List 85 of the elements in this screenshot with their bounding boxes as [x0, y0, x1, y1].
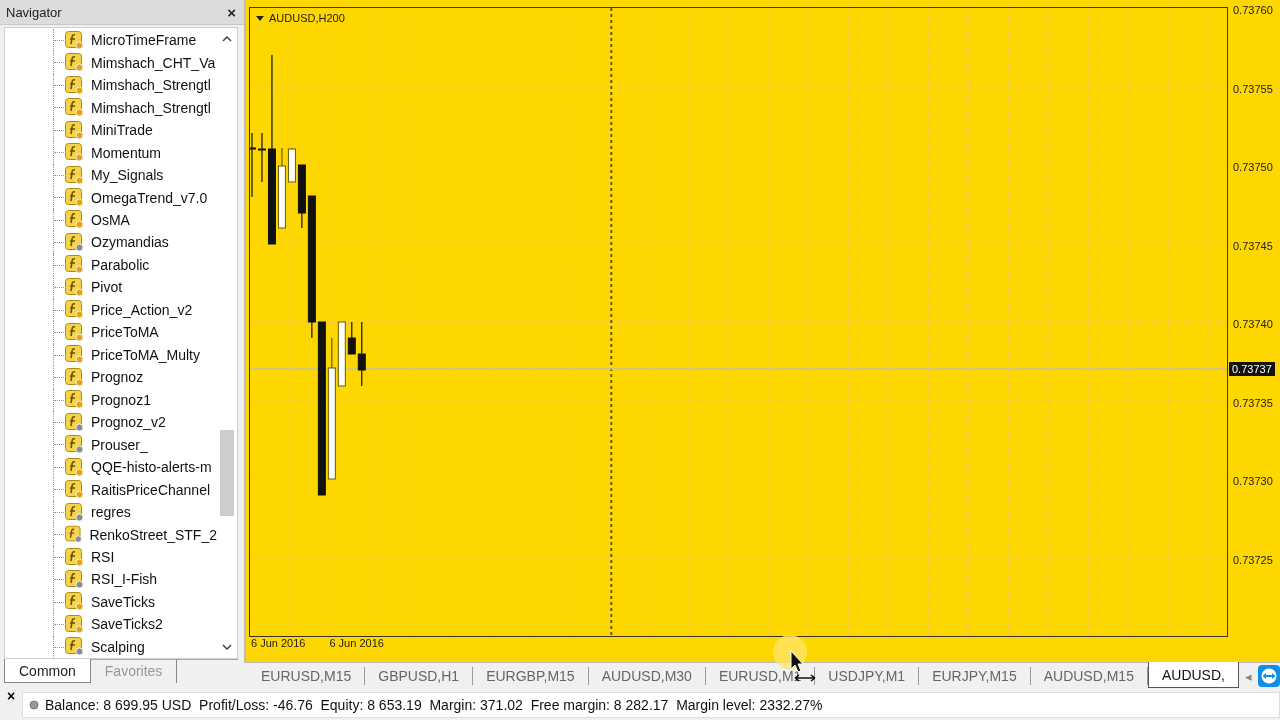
navigator-item[interactable]: MicroTimeFrame — [91, 32, 197, 49]
account-summary: Balance: 8 699.95 USD Profit/Loss: -46.76 Equity: 8 653.19 Margin: 371.02 Free margin: 8 282.17 Margin level: 2332.27% — [45, 697, 823, 713]
navigator-item[interactable]: Ozymandias — [91, 234, 169, 251]
navigator-item[interactable]: My_Signals — [91, 167, 164, 184]
indicator-icon — [65, 614, 82, 632]
indicator-icon — [65, 547, 82, 565]
price-label: 0.73730 — [1233, 474, 1274, 489]
navigator-item[interactable]: PriceToMA_Multy — [91, 346, 200, 363]
indicator-icon — [65, 53, 82, 71]
navigator-item[interactable]: OsMA — [91, 212, 130, 228]
indicator-icon — [65, 435, 82, 453]
navigator-item[interactable]: QQE-histo-alerts-m — [91, 459, 212, 476]
navigator-item[interactable]: Prognoz1 — [91, 391, 151, 408]
time-label: 6 Jun 2016 — [329, 637, 384, 649]
indicator-icon — [65, 570, 82, 587]
indicator-icon — [65, 592, 82, 610]
navigator-item[interactable]: SaveTicks2 — [91, 616, 163, 633]
price-label: 0.73740 — [1233, 317, 1274, 332]
navigator-item[interactable]: Prognoz_v2 — [91, 414, 166, 431]
navigator-item[interactable]: Mimshach_Strengtl — [91, 77, 211, 94]
chart-tab[interactable]: AUDUSD,M30 — [588, 667, 706, 685]
indicator-icon — [65, 637, 82, 655]
chart-tab[interactable]: AUDUSD, — [1147, 662, 1239, 688]
navigator-item[interactable]: RSI_I-Fish — [91, 571, 158, 588]
navigator-item[interactable]: RenkoStreet_STF_2 — [89, 526, 217, 543]
navigator-item[interactable]: MiniTrade — [91, 122, 153, 139]
indicator-icon — [65, 232, 82, 250]
close-button[interactable]: × — [4, 688, 18, 704]
chart-title: AUDUSD,H200 — [269, 12, 345, 24]
indicator-icon — [65, 165, 82, 183]
dropdown-arrow-icon[interactable] — [256, 15, 264, 21]
indicator-icon — [65, 255, 82, 273]
navigator-item[interactable]: SaveTicks — [91, 593, 156, 610]
navigator-item[interactable]: Mimshach_CHT_Va — [91, 54, 216, 71]
indicator-icon — [65, 210, 82, 228]
navigator-item[interactable]: Prouser_ — [91, 436, 148, 453]
indicator-icon — [65, 367, 82, 385]
status-dot-icon — [29, 700, 39, 710]
indicator-icon — [65, 75, 82, 93]
navigator-item[interactable]: Price_Action_v2 — [91, 301, 193, 318]
chart-tab[interactable]: EURGBP,M15 — [473, 667, 589, 685]
candlestick — [250, 132, 256, 198]
indicator-icon — [65, 277, 82, 295]
chart-tab[interactable]: EURUSD,M15 — [248, 667, 366, 685]
indicator-icon — [65, 412, 82, 430]
price-label: 0.73750 — [1233, 160, 1274, 175]
navigator-item[interactable]: Prognoz — [91, 369, 144, 386]
scrollbar-thumb[interactable] — [220, 430, 234, 516]
navigator-tab[interactable]: Common — [4, 659, 91, 683]
indicator-icon — [65, 98, 82, 116]
indicator-icon — [65, 300, 82, 318]
panel-title: Navigator — [6, 4, 62, 20]
navigator-item[interactable]: PriceToMA — [91, 324, 159, 341]
price-label: 0.73735 — [1233, 395, 1274, 411]
indicator-icon — [65, 143, 82, 161]
indicator-icon — [65, 322, 82, 340]
indicator-icon — [65, 30, 82, 48]
price-label: 0.73745 — [1233, 238, 1274, 254]
price-label: 0.73725 — [1233, 552, 1274, 568]
current-price-label: 0.73737 — [1229, 362, 1275, 376]
price-label: 0.73760 — [1233, 3, 1274, 18]
time-label: 6 Jun 2016 — [251, 637, 306, 649]
indicator-icon — [65, 188, 82, 205]
navigator-item[interactable]: Pivot — [91, 279, 123, 296]
chart-tab[interactable]: EURJPY,M15 — [919, 667, 1031, 685]
chart-tab[interactable]: GBPUSD,H1 — [365, 667, 474, 685]
navigator-item[interactable]: OmegaTrend_v7.0 — [91, 189, 208, 206]
indicator-icon — [65, 457, 82, 475]
close-button[interactable]: × — [225, 3, 238, 21]
navigator-item[interactable]: RaitisPriceChannel — [91, 481, 211, 498]
indicator-icon — [65, 120, 82, 138]
chart-tab[interactable]: USDJPY,M1 — [815, 667, 920, 685]
navigator-item[interactable]: Scalping — [91, 638, 145, 655]
indicator-icon — [65, 345, 82, 363]
indicator-icon — [65, 390, 82, 408]
navigator-item[interactable]: Mimshach_Strengtl — [91, 99, 211, 116]
remote-app-icon[interactable] — [1257, 665, 1280, 687]
indicator-icon — [65, 480, 82, 498]
navigator-item[interactable]: regres — [91, 504, 131, 521]
indicator-icon — [65, 502, 82, 520]
navigator-item[interactable]: Parabolic — [91, 256, 150, 273]
navigator-item[interactable]: Momentum — [91, 144, 162, 161]
navigator-item[interactable]: RSI — [91, 549, 115, 565]
chart-tab[interactable]: AUDUSD,M15 — [1030, 667, 1148, 685]
price-label: 0.73755 — [1233, 81, 1274, 97]
